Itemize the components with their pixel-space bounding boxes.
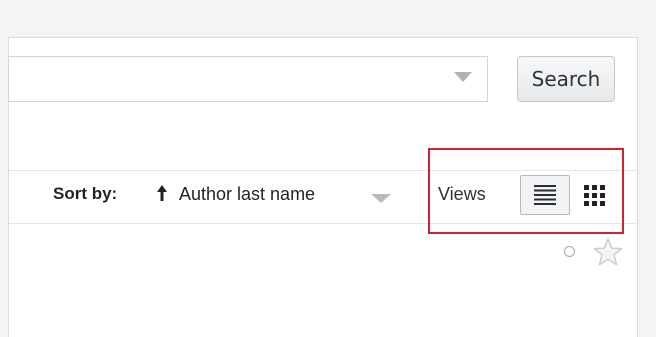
arrow-up-icon[interactable] bbox=[156, 184, 168, 202]
views-label: Views bbox=[438, 184, 486, 204]
search-button[interactable]: Search bbox=[517, 56, 615, 102]
list-view-button[interactable] bbox=[520, 175, 570, 215]
grid-view-button[interactable] bbox=[576, 175, 616, 215]
chevron-down-icon[interactable] bbox=[371, 194, 391, 203]
grid-view-icon bbox=[584, 185, 605, 206]
list-view-icon bbox=[534, 185, 556, 205]
radio-circle-icon[interactable] bbox=[564, 246, 575, 257]
sort-by-label: Sort by: bbox=[53, 184, 118, 203]
search-dropdown-arrow-icon[interactable] bbox=[454, 72, 472, 82]
sort-field-select[interactable]: Author last name bbox=[179, 184, 315, 205]
star-icon[interactable] bbox=[593, 238, 623, 266]
search-input[interactable] bbox=[8, 56, 488, 102]
